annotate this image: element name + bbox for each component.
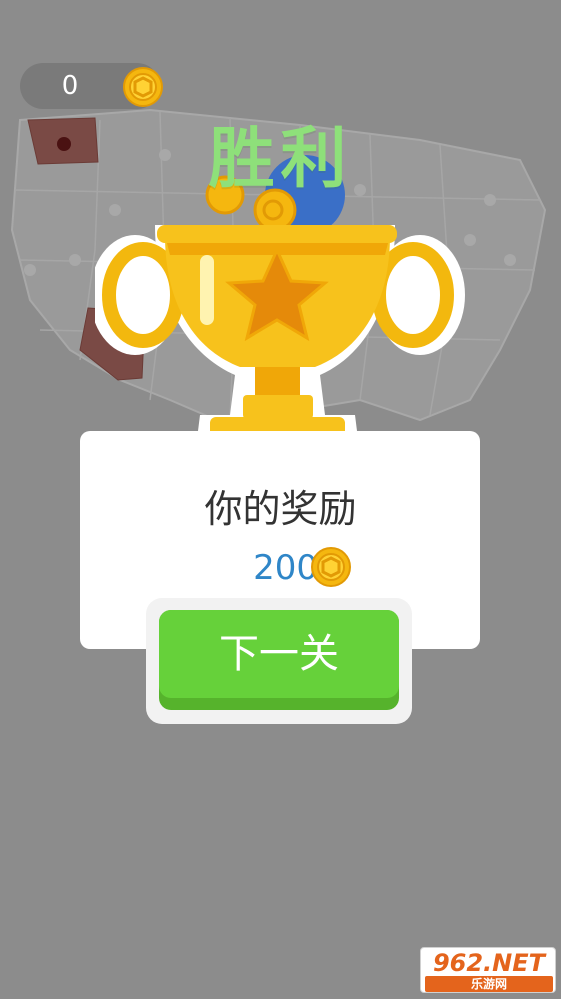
victory-title: 胜利 [208, 120, 353, 197]
watermark-bottom: 乐游网 [425, 976, 553, 992]
coin-icon [311, 547, 351, 587]
next-button-label: 下一关 [219, 632, 339, 676]
watermark-logo: 962.NET 乐游网 [420, 947, 556, 993]
coin-counter: 0 [20, 63, 163, 109]
reward-title: 你的奖励 [204, 487, 357, 531]
coin-count: 0 [61, 71, 79, 101]
watermark-top: 962.NET [432, 949, 546, 977]
reward-amount: 200 [253, 548, 318, 588]
next-level-button[interactable]: 下一关 [159, 610, 399, 710]
coin-icon [123, 67, 163, 107]
